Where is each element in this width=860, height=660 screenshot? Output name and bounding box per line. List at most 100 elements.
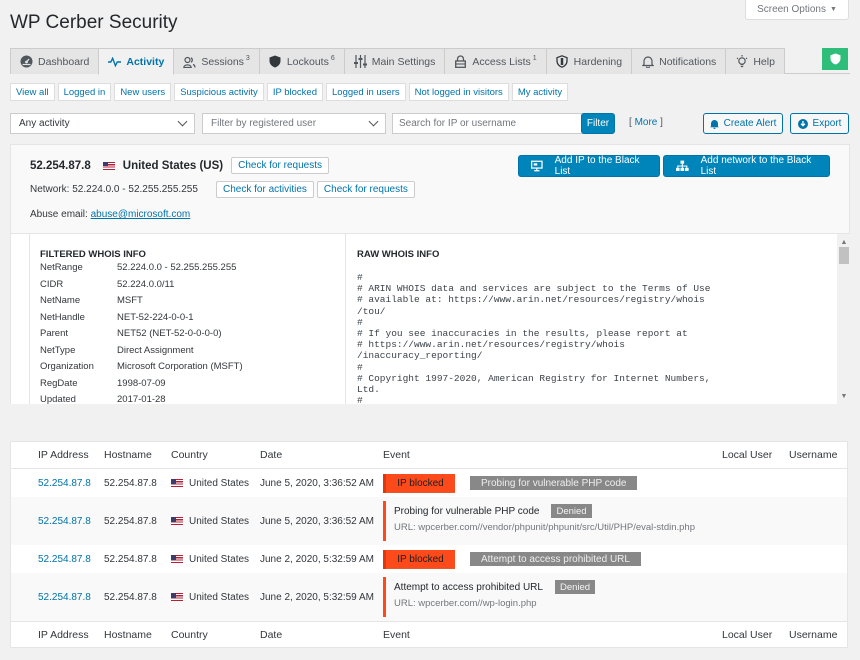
whois-field-value: 52.224.0.0/11 bbox=[117, 278, 175, 290]
event-title: Probing for vulnerable PHP code bbox=[394, 505, 540, 517]
activity-type-select[interactable]: Any activity bbox=[10, 113, 195, 134]
filter-logged-in[interactable]: Logged in bbox=[57, 83, 112, 101]
screen-options-label: Screen Options bbox=[757, 4, 826, 15]
whois-field: NetRange 52.224.0.0 - 52.255.255.255 bbox=[40, 262, 236, 273]
raw-whois-title: RAW WHOIS INFO bbox=[357, 249, 440, 260]
tab-sessions[interactable]: Sessions 3 bbox=[173, 48, 260, 74]
whois-field-value: Microsoft Corporation (MSFT) bbox=[117, 361, 243, 372]
whois-scrollbar[interactable]: ▲ ▼ bbox=[837, 234, 850, 404]
tab-hardening[interactable]: Hardening bbox=[545, 48, 633, 74]
whois-field-key: Organization bbox=[40, 361, 94, 372]
download-icon bbox=[797, 118, 808, 129]
tab-label: Activity bbox=[126, 55, 165, 68]
registered-user-select[interactable]: Filter by registered user bbox=[202, 113, 386, 134]
more-filters-link[interactable]: [ More ] bbox=[629, 117, 663, 128]
ip-link[interactable]: 52.254.87.8 bbox=[38, 478, 91, 489]
quick-filter-bar: View all Logged in New users Suspicious … bbox=[10, 83, 569, 101]
event-cell: IP blocked Attempt to access prohibited U… bbox=[383, 545, 641, 573]
whois-field-key: Updated bbox=[40, 394, 76, 404]
whois-field: Updated 2017-01-28 bbox=[40, 394, 166, 404]
whois-field-value: 2017-01-28 bbox=[117, 394, 166, 404]
ip-link[interactable]: 52.254.87.8 bbox=[38, 516, 91, 527]
whois-field: NetType Direct Assignment bbox=[40, 345, 194, 356]
whois-field-value: 1998-07-09 bbox=[117, 377, 166, 389]
tab-access-lists[interactable]: Access Lists 1 bbox=[444, 48, 547, 74]
tab-label: Main Settings bbox=[371, 55, 436, 68]
check-network-activities-button[interactable]: Check for activities bbox=[216, 181, 314, 198]
bell-icon bbox=[709, 119, 719, 129]
us-flag-icon bbox=[171, 555, 183, 563]
column-local-user: Local User bbox=[722, 449, 773, 461]
filter-logged-in-users[interactable]: Logged in users bbox=[326, 83, 406, 101]
ip-link[interactable]: 52.254.87.8 bbox=[38, 554, 91, 565]
scroll-down-icon[interactable]: ▼ bbox=[837, 390, 850, 402]
us-flag-icon bbox=[171, 479, 183, 487]
raw-whois-text: # # ARIN WHOIS data and services are sub… bbox=[357, 272, 711, 404]
us-flag-icon bbox=[102, 161, 115, 170]
column-event: Event bbox=[383, 449, 410, 461]
column-username: Username bbox=[789, 449, 838, 461]
ip-address: 52.254.87.8 bbox=[30, 159, 91, 172]
abuse-email-link[interactable]: abuse@microsoft.com bbox=[91, 209, 191, 220]
tab-notifications[interactable]: Notifications bbox=[631, 48, 727, 74]
registered-user-placeholder: Filter by registered user bbox=[211, 118, 317, 129]
tab-lockouts[interactable]: Lockouts 6 bbox=[258, 48, 345, 74]
filter-not-logged-in-visitors[interactable]: Not logged in visitors bbox=[408, 83, 509, 101]
column-local-user: Local User bbox=[722, 629, 773, 641]
filter-suspicious-activity[interactable]: Suspicious activity bbox=[174, 83, 264, 101]
ip-blocked-tag: IP blocked bbox=[383, 473, 455, 493]
denied-badge: Denied bbox=[551, 504, 592, 518]
scrollbar-thumb[interactable] bbox=[839, 247, 849, 264]
hostname-cell: 52.254.87.8 bbox=[104, 553, 157, 565]
country-cell: United States bbox=[171, 573, 249, 621]
filter-row: Any activity Filter by registered user S… bbox=[10, 113, 850, 134]
lock-icon bbox=[454, 55, 467, 68]
date-cell: June 5, 2020, 3:36:52 AM bbox=[260, 477, 374, 489]
security-status-badge[interactable] bbox=[822, 48, 848, 70]
country-cell: United States bbox=[171, 545, 249, 573]
check-ip-requests-button[interactable]: Check for requests bbox=[231, 157, 330, 174]
ip-blocked-tag: IP blocked bbox=[383, 549, 455, 569]
create-alert-button[interactable]: Create Alert bbox=[703, 113, 783, 134]
chevron-down-icon bbox=[177, 116, 188, 127]
tab-activity[interactable]: Activity bbox=[98, 48, 175, 75]
filter-new-users[interactable]: New users bbox=[114, 83, 172, 101]
hostname-cell: 52.254.87.8 bbox=[104, 591, 157, 603]
ip-link[interactable]: 52.254.87.8 bbox=[38, 592, 91, 603]
whois-field-key: NetRange bbox=[40, 262, 83, 273]
add-network-blacklist-button[interactable]: Add network to the Black List bbox=[663, 155, 830, 177]
event-url: URL: wpcerber.com//wp-login.php bbox=[394, 598, 537, 609]
add-ip-blacklist-button[interactable]: Add IP to the Black List bbox=[518, 155, 660, 177]
tab-dashboard[interactable]: Dashboard bbox=[10, 48, 100, 74]
country-name: United States bbox=[189, 515, 250, 527]
date-cell: June 2, 2020, 5:32:59 AM bbox=[260, 591, 374, 603]
column-date: Date bbox=[260, 449, 283, 461]
us-flag-icon bbox=[171, 593, 183, 601]
monitor-icon bbox=[531, 160, 543, 172]
whois-field-value: NET-52-224-0-0-1 bbox=[117, 311, 194, 323]
filter-ip-blocked[interactable]: IP blocked bbox=[266, 83, 324, 101]
column-ip-address[interactable]: IP Address bbox=[38, 622, 89, 648]
network-range: Network: 52.224.0.0 - 52.255.255.255 bbox=[30, 184, 198, 195]
check-network-requests-button[interactable]: Check for requests bbox=[316, 181, 415, 198]
tab-main-settings[interactable]: Main Settings bbox=[343, 48, 446, 74]
filter-button[interactable]: Filter bbox=[581, 113, 615, 134]
export-label: Export bbox=[812, 118, 842, 129]
ip-country: United States (US) bbox=[122, 159, 224, 172]
tab-label: Access Lists bbox=[472, 55, 531, 68]
export-button[interactable]: Export bbox=[790, 113, 849, 134]
tab-help[interactable]: Help bbox=[725, 48, 785, 74]
table-row: 52.254.87.8 52.254.87.8 United States June … bbox=[11, 469, 847, 497]
table-row: 52.254.87.8 52.254.87.8 United States June … bbox=[11, 497, 847, 545]
whois-field: NetName MSFT bbox=[40, 295, 143, 306]
ip-username-search-input[interactable]: Search for IP or username bbox=[392, 113, 586, 134]
whois-field-key: NetType bbox=[40, 344, 76, 356]
filter-view-all[interactable]: View all bbox=[10, 83, 55, 101]
table-footer: IP Address Hostname Country Date Event L… bbox=[11, 621, 847, 648]
tab-label: Notifications bbox=[659, 55, 717, 68]
screen-options-button[interactable]: Screen Options ▼ bbox=[745, 0, 849, 20]
shield-check-icon bbox=[830, 53, 840, 65]
activity-type-value: Any activity bbox=[19, 118, 70, 129]
column-ip-address[interactable]: IP Address bbox=[38, 442, 89, 468]
filter-my-activity[interactable]: My activity bbox=[511, 83, 569, 101]
